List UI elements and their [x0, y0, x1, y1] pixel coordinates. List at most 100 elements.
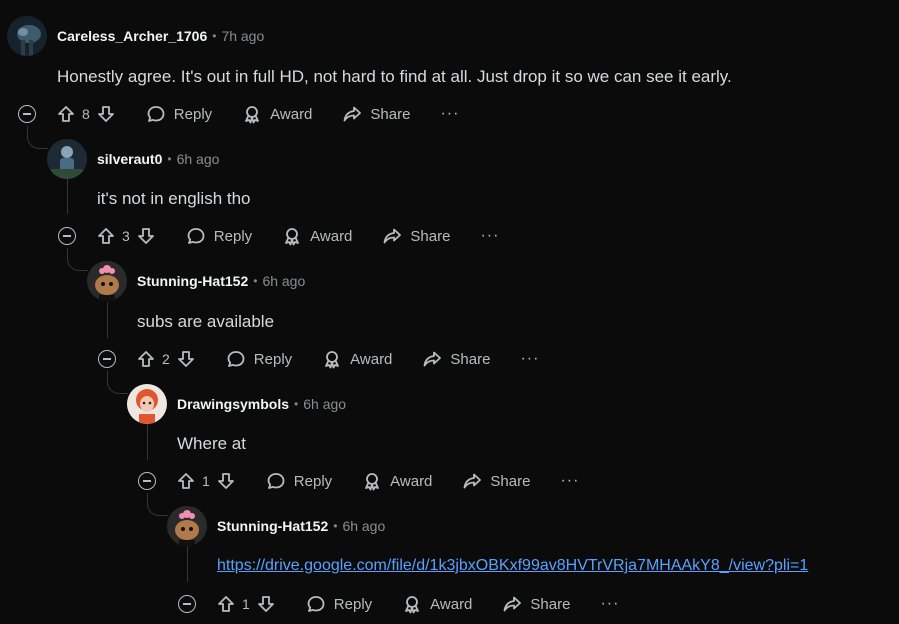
upvote-icon	[138, 351, 154, 367]
downvote-button[interactable]	[176, 349, 196, 369]
vote-count: 8	[82, 106, 90, 122]
thread-line	[187, 546, 188, 582]
comment-meta: silveraut0 • 6h ago	[97, 149, 219, 169]
share-icon	[384, 228, 402, 244]
upvote-icon	[98, 228, 114, 244]
snoo-flower-avatar-icon	[87, 261, 127, 301]
avatar[interactable]	[127, 384, 167, 424]
comment-meta: Drawingsymbols • 6h ago	[177, 394, 346, 414]
award-button[interactable]: Award	[242, 104, 312, 124]
vote-count: 1	[242, 596, 250, 612]
drive-link[interactable]: https://drive.google.com/file/d/1k3jbxOB…	[217, 557, 808, 574]
upvote-button[interactable]	[56, 104, 76, 124]
username[interactable]: Careless_Archer_1706	[57, 28, 207, 44]
award-label: Award	[350, 350, 393, 368]
share-icon	[424, 351, 442, 367]
thread-line	[107, 302, 108, 338]
upvote-button[interactable]	[96, 226, 116, 246]
timestamp[interactable]: 7h ago	[221, 28, 264, 44]
more-options-button[interactable]: ···	[600, 595, 619, 613]
thread-line	[147, 424, 148, 460]
comment-actions: 1 Reply Award Share ···	[138, 469, 579, 493]
downvote-icon	[217, 473, 234, 489]
award-button[interactable]: Award	[362, 471, 432, 491]
award-icon	[325, 351, 340, 369]
downvote-icon	[97, 106, 114, 122]
share-button[interactable]: Share	[502, 594, 570, 614]
downvote-button[interactable]	[216, 471, 236, 491]
comment-meta: Stunning-Hat152 • 6h ago	[217, 516, 385, 536]
avatar[interactable]	[87, 261, 127, 301]
upvote-button[interactable]	[176, 471, 196, 491]
comment-actions: 8 Reply Award Share ···	[18, 102, 459, 126]
collapse-button[interactable]	[178, 595, 196, 613]
collapse-button[interactable]	[58, 227, 76, 245]
reply-button[interactable]: Reply	[226, 349, 292, 369]
award-label: Award	[270, 105, 313, 123]
award-button[interactable]: Award	[402, 594, 472, 614]
comment-actions: 3 Reply Award Share ···	[58, 224, 499, 248]
upvote-button[interactable]	[136, 349, 156, 369]
snoo-flower-avatar-icon	[167, 506, 207, 546]
collapse-button[interactable]	[98, 350, 116, 368]
more-options-button[interactable]: ···	[520, 350, 539, 368]
redhead-avatar-icon	[127, 384, 167, 424]
collapse-button[interactable]	[18, 105, 36, 123]
reply-button[interactable]: Reply	[146, 104, 212, 124]
upvote-icon	[218, 596, 234, 612]
comment-bubble-icon	[307, 596, 325, 612]
reply-label: Reply	[253, 350, 293, 368]
separator-dot: •	[167, 152, 172, 166]
username[interactable]: Stunning-Hat152	[137, 273, 248, 289]
award-label: Award	[310, 227, 353, 245]
share-label: Share	[490, 472, 531, 490]
downvote-button[interactable]	[136, 226, 156, 246]
comment-bubble-icon	[187, 228, 205, 244]
more-options-button[interactable]: ···	[560, 472, 579, 490]
alien-avatar-icon	[7, 16, 47, 56]
share-button[interactable]: Share	[382, 226, 450, 246]
reply-label: Reply	[333, 595, 373, 613]
username[interactable]: Stunning-Hat152	[217, 518, 328, 534]
more-options-button[interactable]: ···	[440, 105, 459, 123]
avatar[interactable]	[167, 506, 207, 546]
comment-text: subs are available	[137, 312, 275, 331]
thread-line	[67, 178, 68, 214]
more-options-button[interactable]: ···	[480, 227, 499, 245]
share-button[interactable]: Share	[342, 104, 410, 124]
share-label: Share	[530, 595, 571, 613]
reply-button[interactable]: Reply	[266, 471, 332, 491]
username[interactable]: Drawingsymbols	[177, 396, 289, 412]
award-icon	[365, 473, 380, 491]
downvote-button[interactable]	[256, 594, 276, 614]
share-icon	[504, 596, 522, 612]
award-label: Award	[430, 595, 473, 613]
reply-button[interactable]: Reply	[306, 594, 372, 614]
timestamp[interactable]: 6h ago	[303, 396, 346, 412]
timestamp[interactable]: 6h ago	[342, 518, 385, 534]
award-icon	[245, 106, 260, 124]
downvote-button[interactable]	[96, 104, 116, 124]
collapse-button[interactable]	[138, 472, 156, 490]
avatar[interactable]	[7, 16, 47, 56]
reply-label: Reply	[293, 472, 333, 490]
separator-dot: •	[253, 274, 258, 288]
comment-actions: 1 Reply Award Share ···	[178, 592, 619, 616]
avatar[interactable]	[47, 139, 87, 179]
upvote-button[interactable]	[216, 594, 236, 614]
award-icon	[405, 596, 420, 614]
award-button[interactable]: Award	[282, 226, 352, 246]
comment-text: Honestly agree. It's out in full HD, not…	[57, 67, 732, 86]
award-button[interactable]: Award	[322, 349, 392, 369]
timestamp[interactable]: 6h ago	[262, 273, 305, 289]
share-label: Share	[410, 227, 451, 245]
comment-bubble-icon	[147, 106, 165, 122]
comment-bubble-icon	[267, 473, 285, 489]
share-button[interactable]: Share	[422, 349, 490, 369]
downvote-icon	[137, 228, 154, 244]
share-button[interactable]: Share	[462, 471, 530, 491]
comment-bubble-icon	[227, 351, 245, 367]
reply-button[interactable]: Reply	[186, 226, 252, 246]
username[interactable]: silveraut0	[97, 151, 162, 167]
timestamp[interactable]: 6h ago	[177, 151, 220, 167]
